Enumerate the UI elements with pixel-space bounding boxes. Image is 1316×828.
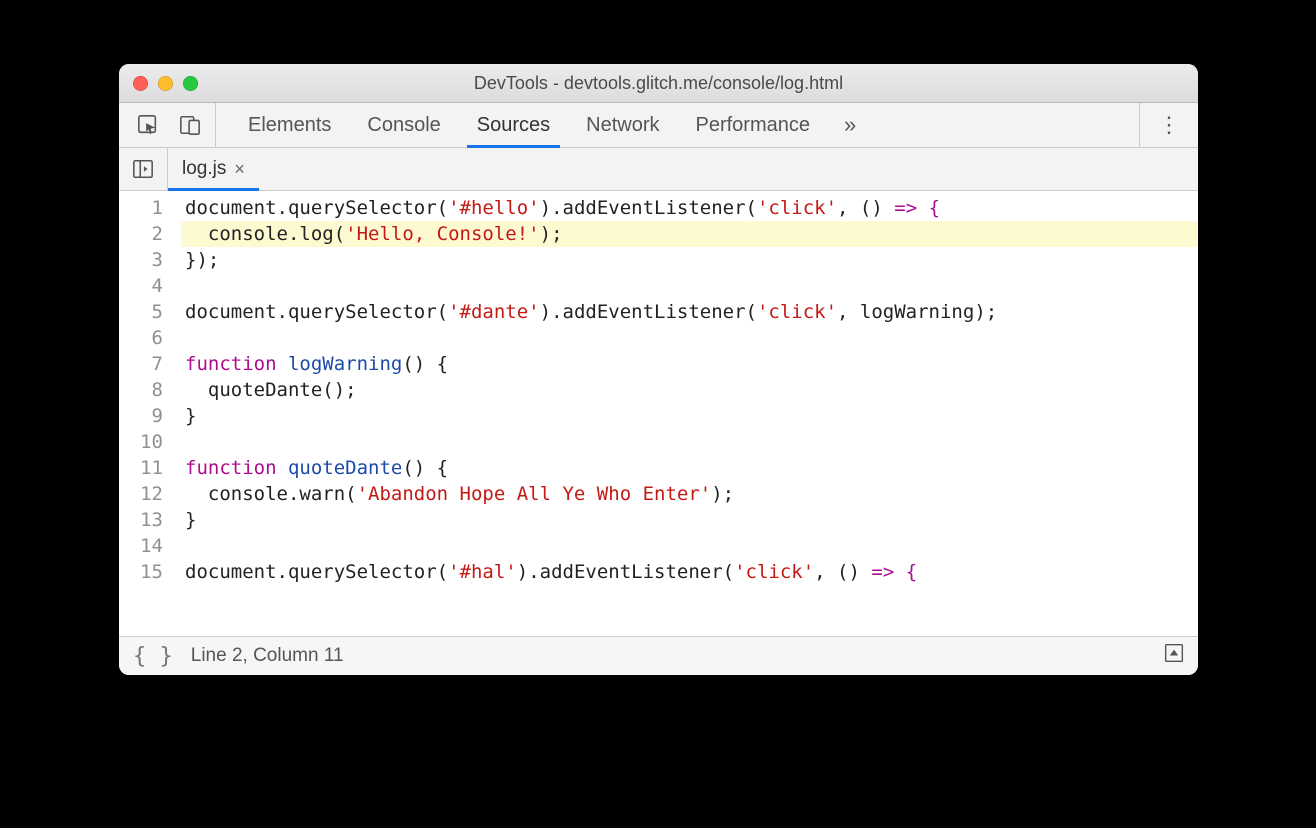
close-window-button[interactable] bbox=[133, 76, 148, 91]
tab-elements[interactable]: Elements bbox=[230, 103, 349, 147]
code-line[interactable] bbox=[181, 533, 1198, 559]
code-line[interactable]: quoteDante(); bbox=[181, 377, 1198, 403]
minimize-window-button[interactable] bbox=[158, 76, 173, 91]
more-tabs-button[interactable]: » bbox=[828, 103, 872, 147]
line-number: 6 bbox=[119, 325, 163, 351]
line-number: 4 bbox=[119, 273, 163, 299]
code-content[interactable]: document.querySelector('#hello').addEven… bbox=[173, 191, 1198, 636]
file-tab-bar: log.js × bbox=[119, 148, 1198, 191]
line-number: 7 bbox=[119, 351, 163, 377]
code-line[interactable] bbox=[181, 429, 1198, 455]
window-titlebar[interactable]: DevTools - devtools.glitch.me/console/lo… bbox=[119, 64, 1198, 103]
line-number: 15 bbox=[119, 559, 163, 585]
code-line[interactable] bbox=[181, 273, 1198, 299]
device-toggle-icon[interactable] bbox=[179, 114, 201, 136]
window-title: DevTools - devtools.glitch.me/console/lo… bbox=[119, 73, 1198, 94]
line-number: 11 bbox=[119, 455, 163, 481]
navigator-toggle-button[interactable] bbox=[119, 148, 168, 190]
line-number: 2 bbox=[119, 221, 163, 247]
code-line[interactable]: document.querySelector('#hal').addEventL… bbox=[181, 559, 1198, 585]
line-number: 13 bbox=[119, 507, 163, 533]
close-file-tab-icon[interactable]: × bbox=[234, 159, 245, 180]
code-line[interactable]: function quoteDante() { bbox=[181, 455, 1198, 481]
statusbar: { } Line 2, Column 11 bbox=[119, 636, 1198, 675]
statusbar-right bbox=[1164, 643, 1184, 669]
line-number-gutter: 123456789101112131415 bbox=[119, 191, 173, 636]
tab-performance[interactable]: Performance bbox=[678, 103, 829, 147]
panel-tabs: Elements Console Sources Network Perform… bbox=[216, 103, 1139, 147]
file-tab-label: log.js bbox=[182, 158, 226, 180]
element-picker-icon[interactable] bbox=[137, 114, 159, 136]
devtools-toolbar: Elements Console Sources Network Perform… bbox=[119, 103, 1198, 148]
code-line[interactable]: function logWarning() { bbox=[181, 351, 1198, 377]
code-line[interactable]: } bbox=[181, 507, 1198, 533]
line-number: 12 bbox=[119, 481, 163, 507]
line-number: 14 bbox=[119, 533, 163, 559]
tab-sources[interactable]: Sources bbox=[459, 103, 568, 147]
code-line[interactable]: document.querySelector('#dante').addEven… bbox=[181, 299, 1198, 325]
code-line[interactable]: console.warn('Abandon Hope All Ye Who En… bbox=[181, 481, 1198, 507]
toolbar-icon-group bbox=[119, 103, 216, 147]
file-tab-logjs[interactable]: log.js × bbox=[168, 148, 259, 190]
line-number: 8 bbox=[119, 377, 163, 403]
devtools-menu-button[interactable]: ⋮ bbox=[1139, 103, 1198, 147]
window-traffic-lights bbox=[119, 76, 198, 91]
code-line[interactable]: }); bbox=[181, 247, 1198, 273]
tab-console[interactable]: Console bbox=[349, 103, 458, 147]
code-line[interactable]: } bbox=[181, 403, 1198, 429]
code-line[interactable] bbox=[181, 325, 1198, 351]
pretty-print-button[interactable]: { } bbox=[133, 644, 173, 669]
cursor-position: Line 2, Column 11 bbox=[191, 645, 344, 667]
line-number: 10 bbox=[119, 429, 163, 455]
code-editor[interactable]: 123456789101112131415 document.querySele… bbox=[119, 191, 1198, 636]
line-number: 1 bbox=[119, 195, 163, 221]
tab-network[interactable]: Network bbox=[568, 103, 677, 147]
line-number: 5 bbox=[119, 299, 163, 325]
line-number: 9 bbox=[119, 403, 163, 429]
line-number: 3 bbox=[119, 247, 163, 273]
devtools-window: DevTools - devtools.glitch.me/console/lo… bbox=[119, 64, 1198, 675]
maximize-window-button[interactable] bbox=[183, 76, 198, 91]
code-line[interactable]: console.log('Hello, Console!'); bbox=[181, 221, 1198, 247]
coverage-toggle-icon[interactable] bbox=[1164, 643, 1184, 669]
code-line[interactable]: document.querySelector('#hello').addEven… bbox=[181, 195, 1198, 221]
